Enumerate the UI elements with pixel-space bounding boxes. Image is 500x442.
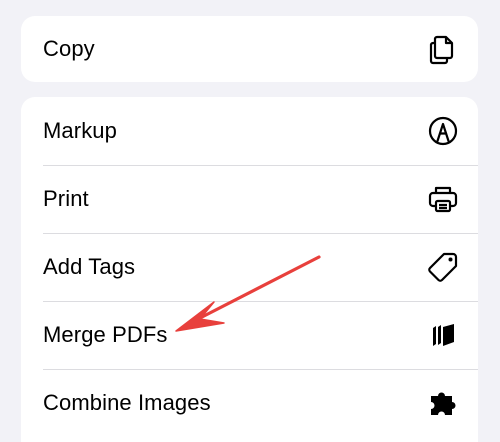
action-group-top: Copy — [21, 16, 478, 82]
add-tags-label: Add Tags — [43, 254, 136, 279]
merge-pdfs-label: Merge PDFs — [43, 322, 168, 347]
printer-icon — [426, 182, 460, 216]
copy-icon — [426, 32, 460, 66]
copy-label: Copy — [43, 36, 95, 61]
combine-images-label: Combine Images — [43, 390, 211, 415]
action-group-main: Markup Print Add Tags Merge PDFs Combine… — [21, 97, 478, 442]
share-sheet-actions: Copy Markup Print Add Tags Merge PDFs Co… — [0, 0, 500, 442]
markup-label: Markup — [43, 118, 117, 143]
stack-icon — [426, 318, 460, 352]
combine-images-action[interactable]: Combine Images — [21, 369, 478, 437]
print-action[interactable]: Print — [21, 165, 478, 233]
merge-pdfs-action[interactable]: Merge PDFs — [21, 301, 478, 369]
add-tags-action[interactable]: Add Tags — [21, 233, 478, 301]
markup-icon — [426, 114, 460, 148]
copy-action[interactable]: Copy — [21, 16, 478, 82]
markup-action[interactable]: Markup — [21, 97, 478, 165]
puzzle-icon — [426, 386, 460, 420]
tag-icon — [426, 250, 460, 284]
print-label: Print — [43, 186, 89, 211]
